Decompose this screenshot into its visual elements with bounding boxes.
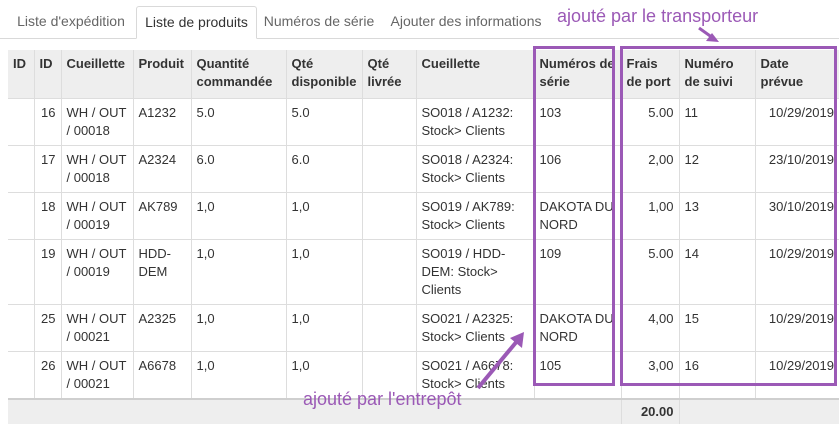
warehouse-arrow-icon [476,332,524,390]
warehouse-annotation: ajouté par l'entrepôt [303,389,462,409]
